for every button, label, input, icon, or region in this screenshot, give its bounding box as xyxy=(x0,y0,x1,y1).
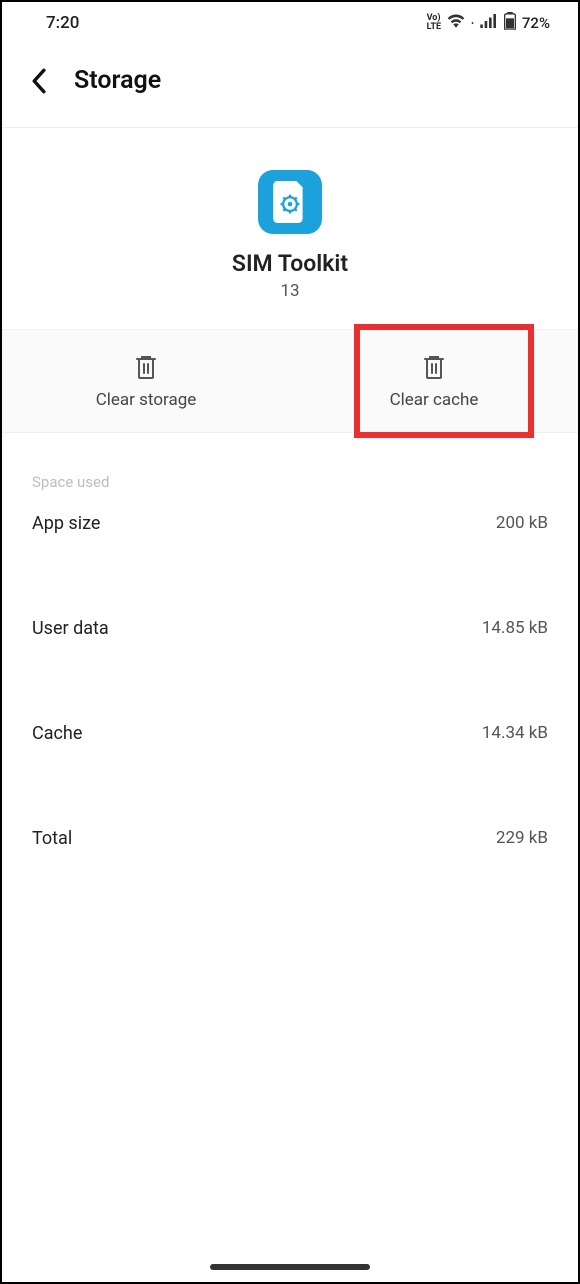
row-value: 200 kB xyxy=(496,513,548,533)
app-name: SIM Toolkit xyxy=(232,250,348,277)
app-size-row[interactable]: App size 200 kB xyxy=(2,499,578,604)
row-label: Total xyxy=(32,828,72,849)
clear-storage-label: Clear storage xyxy=(96,390,197,410)
status-time: 7:20 xyxy=(46,13,79,33)
battery-percent: 72% xyxy=(522,14,550,32)
status-bar: 7:20 Vo)LTE • 72% xyxy=(2,2,578,42)
clear-storage-button[interactable]: Clear storage xyxy=(2,330,290,432)
dot-icon: • xyxy=(471,19,474,28)
total-row[interactable]: Total 229 kB xyxy=(2,814,578,919)
sim-icon xyxy=(273,181,307,223)
app-info-section: SIM Toolkit 13 xyxy=(2,128,578,329)
signal-icon xyxy=(480,14,498,32)
page-header: Storage xyxy=(2,42,578,127)
home-indicator[interactable] xyxy=(210,1264,370,1270)
wifi-icon xyxy=(447,14,465,32)
row-value: 14.85 kB xyxy=(482,618,548,638)
battery-icon xyxy=(504,12,516,34)
clear-cache-label: Clear cache xyxy=(390,390,479,410)
page-title: Storage xyxy=(74,66,161,95)
row-label: Cache xyxy=(32,723,82,744)
chevron-left-icon xyxy=(31,68,46,94)
volte-icon: Vo)LTE xyxy=(427,14,442,32)
cache-row[interactable]: Cache 14.34 kB xyxy=(2,709,578,814)
row-value: 14.34 kB xyxy=(482,723,548,743)
user-data-row[interactable]: User data 14.85 kB xyxy=(2,604,578,709)
row-label: App size xyxy=(32,513,100,534)
trash-icon xyxy=(134,354,158,380)
clear-cache-button[interactable]: Clear cache xyxy=(290,330,578,432)
space-used-header: Space used xyxy=(2,433,578,499)
highlight-annotation xyxy=(354,324,534,438)
app-icon xyxy=(258,170,322,234)
trash-icon xyxy=(422,354,446,380)
actions-row: Clear storage Clear cache xyxy=(2,329,578,433)
status-right: Vo)LTE • 72% xyxy=(427,12,550,34)
row-value: 229 kB xyxy=(496,828,548,848)
row-label: User data xyxy=(32,618,109,639)
app-version: 13 xyxy=(280,281,299,301)
back-button[interactable] xyxy=(24,67,52,95)
